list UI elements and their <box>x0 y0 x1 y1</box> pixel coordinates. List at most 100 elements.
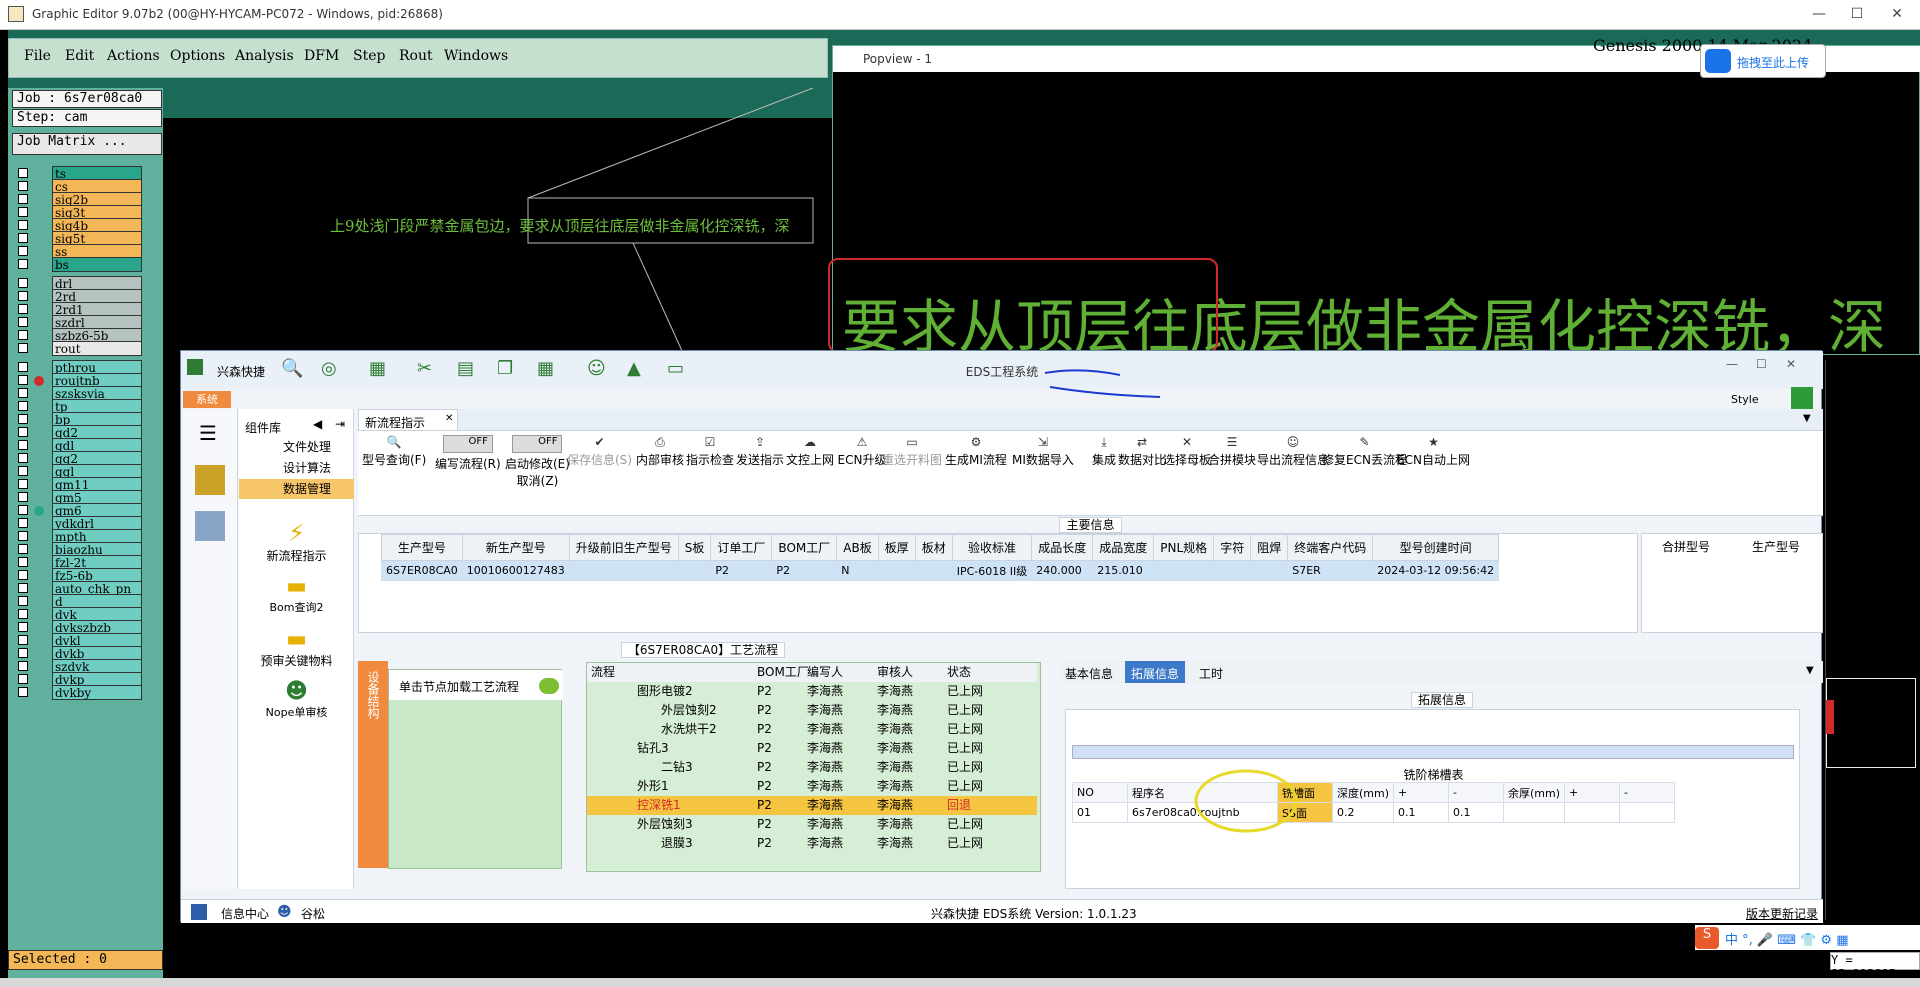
library-item-algo[interactable]: 设计算法 <box>239 458 354 478</box>
layer-row[interactable]: bs <box>12 257 142 272</box>
grid-col-header[interactable]: 验收标准 <box>951 534 1033 561</box>
layer-checkbox[interactable] <box>18 278 28 288</box>
layer-checkbox[interactable] <box>18 544 28 554</box>
library-item-data[interactable]: 数据管理 <box>239 479 354 499</box>
layer-checkbox[interactable] <box>18 427 28 437</box>
toggle-switch[interactable]: OFF <box>512 435 563 453</box>
layer-checkbox[interactable] <box>18 343 28 353</box>
close-tab-icon[interactable]: ✕ <box>445 413 453 424</box>
layer-checkbox[interactable] <box>18 388 28 398</box>
toolbar-item[interactable]: ⚙ 生成MI流程 <box>945 435 1007 468</box>
grid-col-header[interactable]: 订单工厂 <box>710 534 773 561</box>
layer-checkbox[interactable] <box>18 246 28 256</box>
layer-checkbox[interactable] <box>18 375 28 385</box>
menu-step[interactable]: Step <box>353 48 385 64</box>
flow-row[interactable]: 二钻3 P2 李海燕 李海燕 已上网 <box>587 758 1037 777</box>
tile-new-flow[interactable]: ⚡ 新流程指示 <box>239 519 354 564</box>
layer-checkbox[interactable] <box>18 596 28 606</box>
toolbar-item[interactable]: ★ ECN自动上网 <box>1397 435 1470 468</box>
table-row[interactable]: 01 6s7er08ca0.roujtnb SS面 0.2 0.1 0.1 <box>1072 802 1676 823</box>
grid-col-header[interactable]: 板厚 <box>877 534 916 561</box>
close-button[interactable]: ✕ <box>1886 4 1908 24</box>
layer-checkbox[interactable] <box>18 401 28 411</box>
toolbar-item[interactable]: ⇲ MI数据导入 <box>1012 435 1074 468</box>
layer-checkbox[interactable] <box>18 362 28 372</box>
toolbar-item[interactable]: OFF 启动修改(E) 取消(Z) <box>505 435 570 489</box>
maximize-button[interactable]: ☐ <box>1846 4 1868 24</box>
menu-dfm[interactable]: DFM <box>304 48 339 64</box>
tray-icons[interactable]: 中 °, 🎤 ⌨ 👕 ⚙ ▦ <box>1725 929 1849 948</box>
layer-checkbox[interactable] <box>18 453 28 463</box>
flow-row[interactable]: 水洗烘干2 P2 李海燕 李海燕 已上网 <box>587 720 1037 739</box>
library-item-file[interactable]: 文件处理 <box>239 437 354 457</box>
layer-checkbox[interactable] <box>18 233 28 243</box>
toolbar-item[interactable]: ☰ 合拼模块 <box>1202 435 1262 468</box>
grid-col-header[interactable]: S板 <box>677 534 712 561</box>
layer-row[interactable]: dvkby <box>12 685 142 700</box>
layer-checkbox[interactable] <box>18 181 28 191</box>
layer-checkbox[interactable] <box>18 518 28 528</box>
layer-checkbox[interactable] <box>18 687 28 697</box>
layer-checkbox[interactable] <box>18 531 28 541</box>
layer-checkbox[interactable] <box>18 505 28 515</box>
yx-icon[interactable] <box>195 465 225 495</box>
tile-nope[interactable]: ☻ Nope单审核 <box>239 679 354 720</box>
layer-checkbox[interactable] <box>18 259 28 269</box>
flow-row[interactable]: 图形电镀2 P2 李海燕 李海燕 已上网 <box>587 682 1037 701</box>
toolbar-item[interactable]: ✔ 保存信息(S) <box>567 435 632 468</box>
flow-row[interactable]: 控深铣1 P2 李海燕 李海燕 回退 <box>587 796 1037 815</box>
collapse-left-icon[interactable]: ◀ <box>313 417 322 431</box>
layer-checkbox[interactable] <box>18 570 28 580</box>
layer-checkbox[interactable] <box>18 648 28 658</box>
ime-icon[interactable]: S <box>1695 927 1719 949</box>
layer-checkbox[interactable] <box>18 317 28 327</box>
tab-dropdown-icon[interactable]: ▼ <box>1806 665 1814 676</box>
dropdown-arrow-icon[interactable]: ▼ <box>1803 413 1811 424</box>
style-menu[interactable]: Style <box>1731 393 1759 406</box>
layer-checkbox[interactable] <box>18 661 28 671</box>
grid-col-header[interactable]: BOM工厂 <box>771 534 838 561</box>
menu-analysis[interactable]: Analysis <box>235 48 294 64</box>
toolbar-item[interactable]: ☺ 导出流程信息 <box>1257 435 1329 468</box>
layer-checkbox[interactable] <box>18 674 28 684</box>
ext-hscroll[interactable] <box>1072 745 1794 759</box>
layer-checkbox[interactable] <box>18 609 28 619</box>
toolbar-item[interactable]: ✎ 修复ECN丢流程 <box>1322 435 1407 468</box>
eds-max-button[interactable]: ☐ <box>1756 357 1767 371</box>
menu-edit[interactable]: Edit <box>65 48 94 64</box>
layer-checkbox[interactable] <box>18 583 28 593</box>
pin-icon[interactable]: ⇥ <box>335 417 345 431</box>
layer-checkbox[interactable] <box>18 414 28 424</box>
tile-prereview[interactable]: ▬ 预审关键物料 <box>239 627 354 669</box>
layer-checkbox[interactable] <box>18 291 28 301</box>
layer-checkbox[interactable] <box>18 492 28 502</box>
tab-basic[interactable]: 基本信息 <box>1065 665 1113 682</box>
flow-row[interactable]: 钻孔3 P2 李海燕 李海燕 已上网 <box>587 739 1037 758</box>
history-link[interactable]: 版本更新记录 <box>1746 905 1818 922</box>
table-row[interactable]: 6S7ER08CA0 10010600127483 P2 P2 N IPC-6018 II… <box>381 560 1500 581</box>
eds-min-button[interactable]: — <box>1726 357 1738 371</box>
layer-checkbox[interactable] <box>18 168 28 178</box>
grid-col-header[interactable]: 成品长度 <box>1031 534 1094 561</box>
tab-hours[interactable]: 工时 <box>1199 665 1223 682</box>
flow-row[interactable]: 外层蚀刻3 P2 李海燕 李海燕 已上网 <box>587 815 1037 834</box>
grid-col-header[interactable]: 阻焊 <box>1250 534 1289 561</box>
layer-checkbox[interactable] <box>18 194 28 204</box>
grid-col-header[interactable]: 字符 <box>1213 534 1252 561</box>
menu-options[interactable]: Options <box>170 48 225 64</box>
flow-row[interactable]: 外形1 P2 李海燕 李海燕 已上网 <box>587 777 1037 796</box>
grid-col-header[interactable]: AB板 <box>836 534 879 561</box>
layer-checkbox[interactable] <box>18 440 28 450</box>
layer-row[interactable]: rout <box>12 341 142 356</box>
tile-bom[interactable]: ▬ Bom查询2 <box>239 574 354 615</box>
layer-checkbox[interactable] <box>18 330 28 340</box>
menu-rout[interactable]: Rout <box>399 48 433 64</box>
layer-checkbox[interactable] <box>18 557 28 567</box>
toggle-switch[interactable]: OFF <box>442 435 493 453</box>
layer-checkbox[interactable] <box>18 635 28 645</box>
toolbar-item[interactable]: 🔍 型号查询(F) <box>362 435 426 468</box>
layer-checkbox[interactable] <box>18 207 28 217</box>
minimize-button[interactable]: — <box>1808 4 1830 24</box>
menu-file[interactable]: File <box>24 48 51 64</box>
layer-checkbox[interactable] <box>18 304 28 314</box>
